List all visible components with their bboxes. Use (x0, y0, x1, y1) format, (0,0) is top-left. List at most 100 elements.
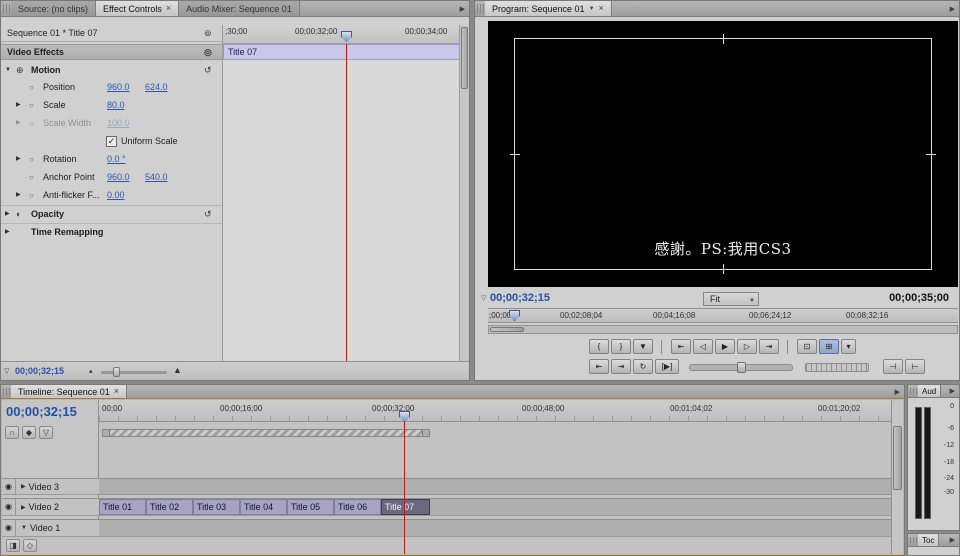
twirl-closed-icon[interactable]: ▶ (21, 483, 26, 490)
go-to-in-button[interactable]: ⇤ (671, 339, 691, 354)
export-frame-button[interactable]: ⊡ (797, 339, 817, 354)
stopwatch-icon[interactable]: ○ (29, 187, 34, 204)
add-marker-button[interactable]: ▼ (633, 339, 653, 354)
effect-clip-bar[interactable]: Title 07 (223, 44, 461, 60)
set-marker-icon[interactable]: ▽ (39, 426, 53, 439)
twirl-closed-icon[interactable]: ▶ (5, 224, 10, 241)
output-button[interactable]: ▾ (841, 339, 856, 354)
motion-label[interactable]: Motion (31, 62, 61, 79)
tab-tools[interactable]: Toc (918, 534, 939, 546)
program-ruler[interactable]: ;00;00 00;02;08;04 00;04;16;08 00;06;24;… (488, 308, 958, 323)
twirl-closed-icon[interactable]: ▶ (21, 504, 26, 511)
playhead-line[interactable] (346, 44, 347, 361)
uniform-scale-checkbox[interactable]: ✓ (106, 136, 117, 147)
program-viewing-area-bar[interactable] (488, 325, 958, 334)
work-area-start-handle[interactable] (103, 430, 110, 436)
clip-title-07-selected[interactable]: Title 07 (381, 499, 430, 515)
track-header-video3[interactable]: ◉ ▶ Video 3 (2, 478, 99, 495)
clip-title-03[interactable]: Title 03 (193, 499, 240, 515)
zoom-slider-thumb[interactable] (113, 367, 120, 377)
track-header-video1[interactable]: ◉ ▼ Video 1 (2, 519, 99, 537)
play-in-to-out-button[interactable]: [▶] (655, 359, 679, 374)
panel-menu-icon[interactable]: ▶ (946, 387, 959, 395)
panel-grip[interactable] (477, 4, 484, 13)
set-out-point-button[interactable]: } (611, 339, 631, 354)
close-icon[interactable]: × (114, 387, 119, 396)
clip-title-05[interactable]: Title 05 (287, 499, 334, 515)
twirl-open-icon[interactable]: ▼ (21, 525, 27, 531)
close-icon[interactable]: × (166, 4, 171, 13)
close-icon[interactable]: × (599, 4, 604, 13)
shuttle-thumb[interactable] (737, 362, 746, 373)
track-row-video1[interactable] (99, 519, 891, 537)
stopwatch-icon[interactable]: ○ (29, 97, 34, 114)
effect-controls-timecode[interactable]: 00;00;32;15 (15, 366, 64, 376)
stopwatch-icon[interactable]: ○ (29, 169, 34, 186)
set-encore-chapter-marker-icon[interactable]: ◆ (22, 426, 36, 439)
zoom-in-icon[interactable]: ▲ (173, 365, 182, 375)
timeline-ruler[interactable]: 00;00 00;00;16;00 00;00;32;00 00;00;48;0… (99, 400, 891, 422)
rotation-value[interactable]: 0.0 ° (107, 151, 126, 168)
position-x-value[interactable]: 960.0 (107, 79, 130, 96)
tab-timeline[interactable]: Timeline: Sequence 01 × (11, 385, 127, 398)
loop-button[interactable]: ↻ (633, 359, 653, 374)
trim-out-button[interactable]: ⊢ (905, 359, 925, 374)
tab-audio-meters[interactable]: Aud (918, 385, 941, 397)
reset-icon[interactable]: ↺ (204, 206, 212, 223)
tab-source-monitor[interactable]: Source: (no clips) (11, 1, 96, 16)
go-to-out-button[interactable]: ⇥ (759, 339, 779, 354)
twirl-closed-icon[interactable]: ▶ (5, 206, 10, 223)
step-back-button[interactable]: ◁ (693, 339, 713, 354)
work-area-end-handle[interactable] (422, 430, 429, 436)
show-keyframes-icon[interactable]: ◇ (23, 539, 37, 552)
time-remapping-label[interactable]: Time Remapping (31, 224, 103, 241)
panel-grip[interactable] (910, 388, 917, 394)
panel-menu-icon[interactable]: ▶ (456, 5, 469, 13)
tab-program-monitor[interactable]: Program: Sequence 01 ▼ × (485, 1, 612, 16)
effects-badge-icon[interactable]: ◎ (204, 45, 212, 59)
show-hide-timeline-view-icon[interactable]: ⊚ (204, 25, 212, 42)
opacity-label[interactable]: Opacity (31, 206, 64, 223)
anchor-y-value[interactable]: 540.0 (145, 169, 168, 186)
zoom-out-icon[interactable]: ▴ (89, 367, 93, 375)
trim-in-button[interactable]: ⊣ (883, 359, 903, 374)
panel-grip[interactable] (3, 4, 10, 13)
clip-title-06[interactable]: Title 06 (334, 499, 381, 515)
go-to-next-edit-button[interactable]: ⇥ (611, 359, 631, 374)
anchor-x-value[interactable]: 960.0 (107, 169, 130, 186)
panel-grip[interactable] (910, 537, 917, 543)
position-y-value[interactable]: 624.0 (145, 79, 168, 96)
clip-title-02[interactable]: Title 02 (146, 499, 193, 515)
toggle-track-output-eye-icon[interactable]: ◉ (2, 499, 16, 515)
fit-select[interactable]: Fit ▼ (703, 292, 759, 306)
scrollbar-thumb[interactable] (461, 27, 468, 89)
track-row-video3[interactable] (99, 478, 891, 495)
go-to-previous-edit-button[interactable]: ⇤ (589, 359, 609, 374)
clip-title-04[interactable]: Title 04 (240, 499, 287, 515)
twirl-closed-icon[interactable]: ▶ (16, 151, 21, 168)
panel-menu-icon[interactable]: ▶ (891, 388, 904, 396)
twirl-open-icon[interactable]: ▼ (5, 62, 11, 79)
panel-menu-icon[interactable]: ▶ (946, 5, 959, 13)
track-row-video2[interactable]: Title 01 Title 02 Title 03 Title 04 Titl… (99, 498, 891, 516)
toggle-track-output-eye-icon[interactable]: ◉ (2, 520, 16, 536)
program-video-viewport[interactable]: 感謝。PS:我用CS3 (488, 21, 958, 287)
tab-dropdown-icon[interactable]: ▼ (589, 6, 595, 12)
zoom-slider[interactable] (101, 371, 167, 374)
timeline-current-timecode[interactable]: 00;00;32;15 (6, 404, 77, 419)
viewing-area-thumb[interactable] (490, 327, 524, 332)
track-header-video2[interactable]: ◉ ▶ Video 2 (2, 498, 99, 516)
timeline-vertical-scrollbar[interactable] (891, 400, 903, 554)
work-area-bar[interactable] (102, 429, 430, 437)
shuttle-slider[interactable] (689, 364, 793, 371)
set-display-style-icon[interactable]: ◨ (6, 539, 20, 552)
twirl-closed-icon[interactable]: ▶ (16, 187, 21, 204)
stopwatch-icon[interactable]: ○ (29, 79, 34, 96)
tab-effect-controls[interactable]: Effect Controls × (96, 1, 179, 16)
panel-grip[interactable] (3, 388, 10, 395)
program-current-timecode[interactable]: 00;00;32;15 (490, 292, 550, 304)
panel-menu-icon[interactable]: ▶ (946, 536, 959, 544)
tab-audio-mixer[interactable]: Audio Mixer: Sequence 01 (179, 1, 300, 16)
clip-title-01[interactable]: Title 01 (99, 499, 146, 515)
set-in-point-button[interactable]: { (589, 339, 609, 354)
